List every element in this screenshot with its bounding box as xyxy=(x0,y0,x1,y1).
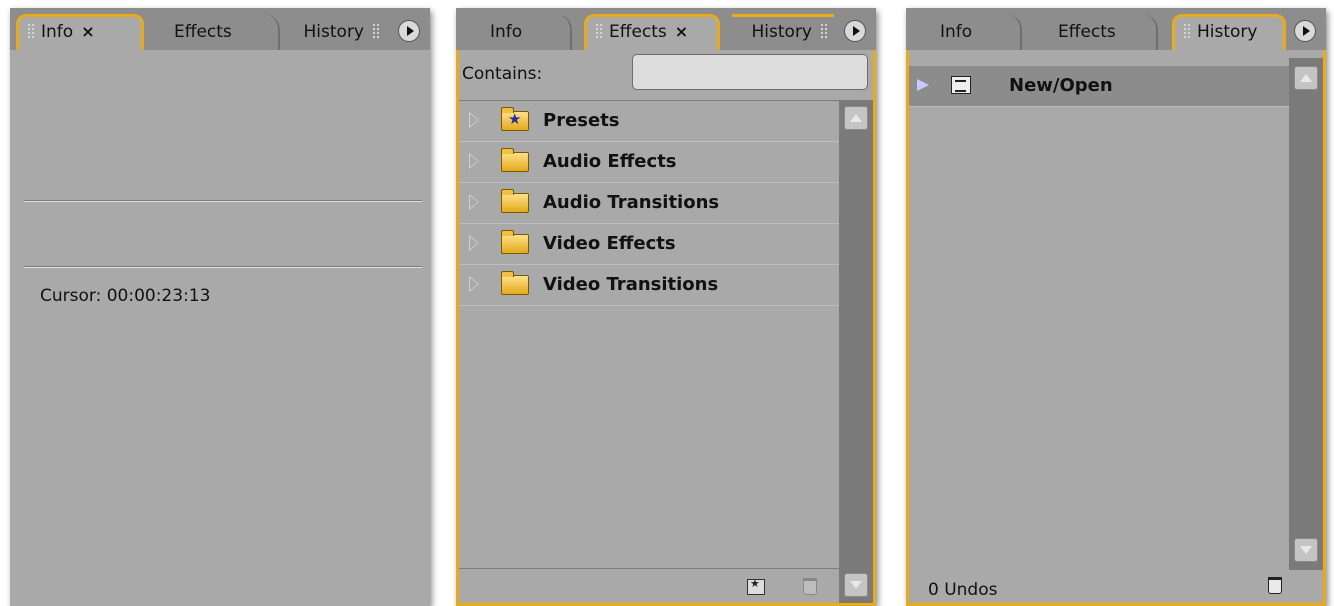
delete-trash-icon[interactable] xyxy=(1268,577,1282,594)
tab-history[interactable]: History xyxy=(732,14,834,50)
tab-info-label: Info xyxy=(940,22,973,42)
close-tab-icon[interactable]: × xyxy=(81,22,94,41)
divider xyxy=(24,266,422,268)
panel-menu-icon[interactable] xyxy=(844,20,866,42)
tree-item-label: Audio Effects xyxy=(543,151,677,172)
drag-grip-icon[interactable] xyxy=(820,23,828,39)
history-item[interactable]: New/Open xyxy=(909,66,1290,107)
scroll-down-arrow-icon[interactable] xyxy=(844,573,868,597)
close-tab-icon[interactable]: × xyxy=(675,22,688,41)
scroll-up-arrow-icon[interactable] xyxy=(1294,66,1318,90)
panel-menu-icon[interactable] xyxy=(398,20,420,42)
info-panel: Info × Effects History Cursor: 00:00:23:1… xyxy=(10,8,430,606)
effects-panel: Info Effects × History Contains: Presets … xyxy=(456,8,876,606)
contains-label: Contains: xyxy=(462,64,543,84)
contains-search-input[interactable] xyxy=(632,54,868,90)
folder-icon xyxy=(501,230,529,254)
tab-info-label: Info xyxy=(490,22,523,42)
scroll-up-arrow-icon[interactable] xyxy=(844,106,868,130)
undo-count: 0 Undos xyxy=(928,580,998,600)
tree-item-label: Presets xyxy=(543,110,620,131)
history-panel-body xyxy=(906,50,1326,606)
history-pointer-icon xyxy=(917,79,929,91)
tree-item-audio-effects[interactable]: Audio Effects xyxy=(459,142,840,183)
tree-item-label: Video Transitions xyxy=(543,274,719,295)
expand-triangle-icon[interactable] xyxy=(469,276,479,292)
tree-item-presets[interactable]: Presets xyxy=(459,101,840,142)
expand-triangle-icon[interactable] xyxy=(469,235,479,251)
delete-trash-icon[interactable] xyxy=(803,578,817,595)
history-panel-tab-bar: Info Effects History xyxy=(906,8,1326,50)
tab-effects[interactable]: Effects xyxy=(160,14,280,50)
tab-history[interactable]: History xyxy=(1172,14,1286,50)
effects-bottom-bar xyxy=(459,568,840,603)
tab-info[interactable]: Info xyxy=(912,14,1022,50)
tab-history[interactable]: History xyxy=(296,14,386,50)
history-item-label: New/Open xyxy=(1009,75,1113,96)
tree-item-video-effects[interactable]: Video Effects xyxy=(459,224,840,265)
new-custom-bin-icon[interactable] xyxy=(747,577,765,595)
drag-grip-icon[interactable] xyxy=(372,23,380,39)
folder-icon xyxy=(501,271,529,295)
history-scrollbar[interactable] xyxy=(1289,58,1323,570)
tree-item-audio-transitions[interactable]: Audio Transitions xyxy=(459,183,840,224)
tab-effects-label: Effects xyxy=(1058,22,1116,42)
info-panel-body xyxy=(10,50,430,606)
tab-effects[interactable]: Effects xyxy=(1034,14,1158,50)
folder-icon xyxy=(501,148,529,172)
effects-tree: Presets Audio Effects Audio Transitions … xyxy=(459,100,840,572)
panel-menu-icon[interactable] xyxy=(1294,20,1316,42)
effects-panel-tab-bar: Info Effects × History xyxy=(456,8,876,50)
history-panel: Info Effects History New/Open 0 Undos xyxy=(906,8,1326,606)
tree-item-video-transitions[interactable]: Video Transitions xyxy=(459,265,840,306)
tab-info-label: Info xyxy=(41,22,74,42)
tab-info[interactable]: Info xyxy=(462,14,572,50)
tab-effects[interactable]: Effects × xyxy=(584,14,720,50)
tab-history-label: History xyxy=(303,22,364,42)
expand-triangle-icon[interactable] xyxy=(469,153,479,169)
info-panel-tab-bar: Info × Effects History xyxy=(10,8,430,50)
effects-scrollbar[interactable] xyxy=(839,100,873,603)
drag-grip-icon[interactable] xyxy=(1183,23,1191,39)
drag-grip-icon[interactable] xyxy=(595,23,603,39)
document-icon xyxy=(951,76,971,94)
scroll-down-arrow-icon[interactable] xyxy=(1294,538,1318,562)
drag-grip-icon[interactable] xyxy=(27,23,35,39)
expand-triangle-icon[interactable] xyxy=(469,194,479,210)
tab-info[interactable]: Info × xyxy=(16,14,144,50)
divider xyxy=(24,200,422,202)
tab-history-label: History xyxy=(1197,22,1258,42)
cursor-timecode: Cursor: 00:00:23:13 xyxy=(40,286,211,306)
tab-effects-label: Effects xyxy=(174,22,232,42)
tree-item-label: Audio Transitions xyxy=(543,192,720,213)
tree-item-label: Video Effects xyxy=(543,233,676,254)
folder-icon xyxy=(501,189,529,213)
expand-triangle-icon[interactable] xyxy=(469,112,479,128)
preset-folder-icon xyxy=(501,107,529,131)
tab-effects-label: Effects xyxy=(609,22,667,42)
tab-history-label: History xyxy=(751,22,812,42)
